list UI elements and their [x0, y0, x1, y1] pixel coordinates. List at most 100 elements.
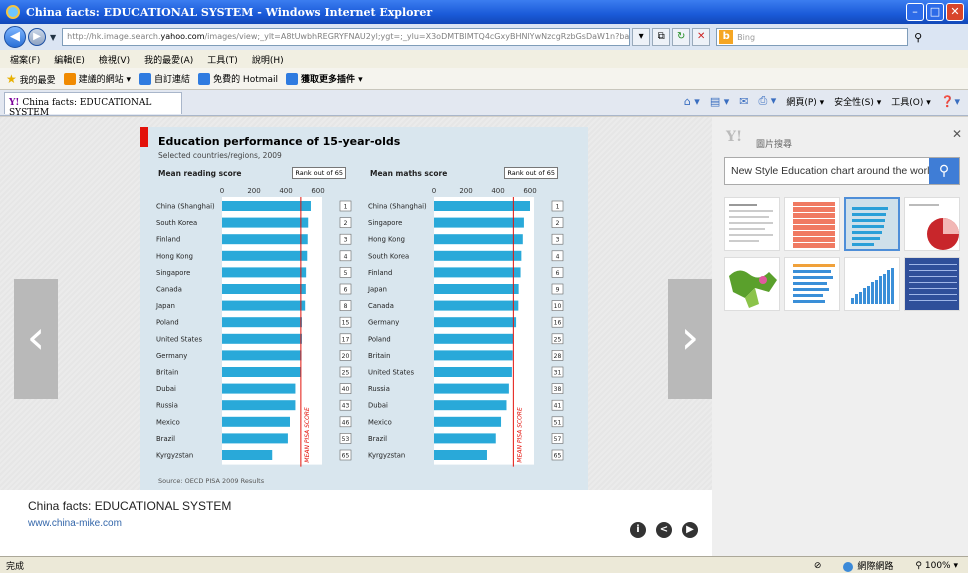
compatibility-view-icon[interactable]: ⧉: [652, 28, 671, 46]
url-dropdown-button[interactable]: ▾: [632, 28, 651, 46]
maths-bar: [434, 234, 523, 245]
menu-bar: 檔案(F) 編輯(E) 檢視(V) 我的最愛(A) 工具(T) 說明(H): [0, 50, 968, 68]
reading-category-label: Britain: [156, 369, 178, 377]
url-prefix: http://hk.image.search.: [67, 32, 161, 41]
chart-source: Source: OECD PISA 2009 Results: [158, 477, 265, 485]
minimize-button[interactable]: –: [906, 3, 924, 21]
url-host: yahoo.com: [160, 32, 205, 41]
maths-rank-value: 65: [554, 453, 562, 460]
status-bar: 完成 ⊘ 網際網路 ⚲ 100% ▾: [0, 556, 968, 573]
reading-bar: [222, 234, 308, 245]
reading-category-label: United States: [156, 335, 202, 343]
maths-bar: [434, 367, 512, 377]
thumbnail-1[interactable]: [724, 197, 780, 251]
maths-category-label: Singapore: [368, 219, 402, 227]
maths-tick-label: 200: [459, 187, 472, 195]
maths-category-label: China (Shanghai): [368, 203, 427, 211]
reading-rank-value: 43: [342, 403, 350, 410]
help-icon[interactable]: ❓▾: [941, 95, 960, 108]
previous-image-button[interactable]: ‹: [14, 279, 58, 399]
reading-category-label: Russia: [156, 402, 178, 410]
thumbnail-8[interactable]: [904, 257, 960, 311]
maths-rank-value: 28: [554, 353, 562, 360]
maths-category-label: South Korea: [368, 252, 409, 260]
maths-bar: [434, 267, 521, 278]
menu-view[interactable]: 檢視(V): [99, 53, 130, 66]
reading-category-label: Hong Kong: [156, 252, 193, 260]
menu-favorites[interactable]: 我的最愛(A): [144, 53, 193, 66]
bing-logo-icon: b: [719, 30, 734, 44]
feeds-icon[interactable]: ▤ ▾: [710, 95, 729, 108]
maths-bar: [434, 433, 496, 444]
maths-rank-value: 51: [554, 419, 562, 426]
more-addons-link[interactable]: 獲取更多插件 ▾: [286, 72, 363, 86]
maximize-button[interactable]: □: [926, 3, 944, 21]
thumbnail-2[interactable]: [784, 197, 840, 251]
reading-category-label: Singapore: [156, 269, 190, 277]
reading-bar: [222, 400, 296, 411]
print-icon[interactable]: ⎙ ▾: [758, 94, 776, 108]
reading-category-label: Canada: [156, 286, 182, 294]
popup-blocker-icon[interactable]: ⊘: [814, 561, 822, 571]
reading-bar: [222, 250, 308, 261]
thumbnail-7[interactable]: [844, 257, 900, 311]
menu-help[interactable]: 說明(H): [252, 53, 284, 66]
stop-icon[interactable]: ✕: [692, 28, 711, 46]
address-bar[interactable]: http://hk.image.search.yahoo.com/images/…: [62, 28, 631, 46]
mail-icon[interactable]: ✉: [739, 95, 748, 108]
thumbnail-5[interactable]: [724, 257, 780, 311]
reading-category-label: Dubai: [156, 385, 176, 393]
image-search-input[interactable]: New Style Education chart around the wor…: [725, 158, 929, 184]
ie-page-icon: [286, 73, 299, 86]
tab-china-facts[interactable]: Y! China facts: EDUCATIONAL SYSTEM: [4, 91, 182, 118]
panel-close-icon[interactable]: ✕: [952, 127, 962, 141]
maths-category-label: United States: [368, 369, 414, 377]
home-icon[interactable]: ⌂ ▾: [684, 95, 700, 108]
tools-menu[interactable]: 工具(O) ▾: [891, 95, 931, 108]
play-icon[interactable]: ▶: [682, 522, 698, 538]
bing-placeholder: Bing: [737, 32, 756, 42]
maths-category-label: Brazil: [368, 435, 387, 443]
maths-category-label: Hong Kong: [368, 236, 405, 244]
menu-tools[interactable]: 工具(T): [207, 53, 238, 66]
share-icon[interactable]: <: [656, 522, 672, 538]
chart-title: Education performance of 15-year-olds: [158, 135, 401, 148]
back-button[interactable]: ◀: [4, 26, 26, 48]
page-menu[interactable]: 網頁(P) ▾: [786, 95, 824, 108]
maths-category-label: Finland: [368, 269, 392, 277]
ie-page-icon: [139, 73, 152, 86]
maths-bar: [434, 217, 524, 228]
forward-button[interactable]: ▶: [28, 28, 46, 46]
reading-rank-value: 5: [344, 270, 348, 277]
image-search-button[interactable]: ⚲: [929, 158, 959, 184]
close-button[interactable]: ✕: [946, 3, 964, 21]
reading-rank-value: 4: [344, 253, 348, 260]
info-icon[interactable]: i: [630, 522, 646, 538]
reading-rank-value: 46: [342, 419, 350, 426]
hotmail-link[interactable]: 免費的 Hotmail: [198, 72, 278, 86]
menu-edit[interactable]: 編輯(E): [54, 53, 85, 66]
favorites-button[interactable]: ★ 我的最愛: [6, 72, 56, 86]
suggested-sites-link[interactable]: 建議的網站 ▾: [63, 72, 131, 86]
reading-bar: [222, 217, 309, 228]
history-dropdown-icon[interactable]: ▼: [50, 33, 56, 42]
maths-rank-value: 9: [556, 287, 560, 294]
next-image-button[interactable]: ›: [668, 279, 712, 399]
thumbnail-6[interactable]: [784, 257, 840, 311]
caption-source-link[interactable]: www.china-mike.com: [28, 518, 122, 529]
maths-bar: [434, 416, 502, 427]
custom-links-label: 自訂連結: [154, 74, 191, 85]
refresh-icon[interactable]: ↻: [672, 28, 691, 46]
maths-category-label: Germany: [368, 319, 399, 327]
safety-menu[interactable]: 安全性(S) ▾: [834, 95, 881, 108]
bing-search-box[interactable]: b Bing: [716, 28, 909, 46]
menu-file[interactable]: 檔案(F): [10, 53, 40, 66]
thumbnail-3[interactable]: [844, 197, 900, 251]
thumbnail-4[interactable]: [904, 197, 960, 251]
search-icon[interactable]: ⚲: [914, 31, 922, 44]
zoom-control[interactable]: ⚲ 100% ▾: [915, 561, 958, 571]
custom-links-link[interactable]: 自訂連結: [139, 72, 190, 86]
reading-category-label: Kyrgyzstan: [156, 452, 193, 460]
reading-bar: [222, 433, 288, 444]
thumbnail-1-graphic: [729, 204, 773, 242]
